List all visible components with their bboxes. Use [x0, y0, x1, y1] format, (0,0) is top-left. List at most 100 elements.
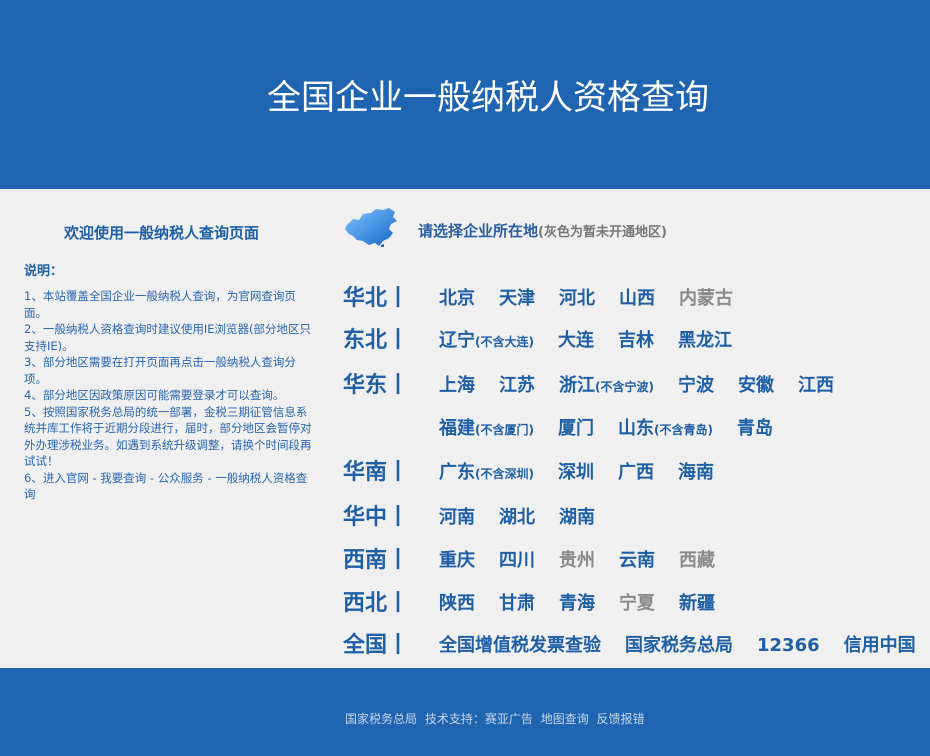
city-link[interactable]: 内蒙古: [679, 284, 733, 310]
city-link[interactable]: 福建(不含厦门): [439, 414, 534, 440]
city-links: 陕西 甘肃 青海 宁夏 新疆: [439, 589, 739, 615]
footer-link-feedback[interactable]: 反馈报错: [597, 712, 645, 726]
header-banner: 全国企业一般纳税人资格查询: [0, 0, 930, 189]
city-label: 浙江: [559, 375, 595, 396]
city-link[interactable]: 海南: [678, 458, 714, 484]
footer-link-support[interactable]: 技术支持：赛亚广告: [425, 712, 533, 726]
city-label: 全国增值税发票查验: [439, 635, 601, 656]
city-label: 大连: [557, 330, 594, 351]
city-label: 青海: [559, 593, 595, 614]
city-link[interactable]: 云南: [619, 546, 655, 572]
city-label: 甘肃: [499, 593, 535, 614]
city-link[interactable]: 国家税务总局: [625, 631, 733, 657]
city-link[interactable]: 天津: [499, 284, 535, 310]
city-label: 信用中国: [843, 635, 916, 656]
city-label: 西藏: [679, 550, 715, 571]
city-label: 国家税务总局: [625, 635, 733, 656]
city-link[interactable]: 甘肃: [499, 589, 535, 615]
city-label: 北京: [439, 288, 475, 309]
city-link[interactable]: 青岛: [737, 414, 773, 440]
city-note: (不含宁波): [595, 380, 654, 394]
city-link[interactable]: 西藏: [679, 546, 715, 572]
city-note: (不含大连): [475, 335, 534, 349]
note-item: 5、按照国家税务总局的统一部署，金税三期征管信息系统并库工作将于近期分段进行，届…: [24, 404, 312, 469]
city-link[interactable]: 江西: [798, 371, 834, 397]
city-label: 新疆: [679, 593, 715, 614]
note-item: 2、一般纳税人资格查询时建议使用IE浏览器(部分地区只支持IE)。: [24, 322, 311, 353]
city-label: 湖南: [559, 507, 595, 528]
city-link[interactable]: 吉林: [618, 326, 654, 352]
city-link[interactable]: 辽宁(不含大连): [439, 326, 534, 352]
city-link[interactable]: 宁波: [678, 371, 714, 397]
city-link[interactable]: 大连: [558, 326, 594, 352]
city-link[interactable]: 湖南: [559, 503, 595, 529]
city-label: 天津: [499, 288, 535, 309]
footer-link-tax-bureau[interactable]: 国家税务总局: [345, 712, 417, 726]
city-link[interactable]: 12366: [757, 635, 820, 656]
city-link[interactable]: 浙江(不含宁波): [559, 371, 654, 397]
city-label: 河北: [559, 288, 595, 309]
city-link[interactable]: 黑龙江: [678, 326, 732, 352]
city-label: 青岛: [736, 418, 773, 439]
city-label: 黑龙江: [677, 330, 732, 351]
note-item: 1、本站覆盖全国企业一般纳税人查询，为官网查询页面。: [24, 289, 296, 320]
city-label: 安徽: [737, 375, 774, 396]
city-label: 江西: [797, 375, 834, 396]
city-link[interactable]: 四川: [499, 546, 535, 572]
city-link[interactable]: 广东(不含深圳): [439, 458, 534, 484]
city-label: 江苏: [499, 375, 535, 396]
city-link[interactable]: 新疆: [679, 589, 715, 615]
city-link[interactable]: 山西: [619, 284, 655, 310]
city-links: 全国增值税发票查验 国家税务总局 12366 信用中国: [439, 631, 930, 657]
footer-link-map-query[interactable]: 地图查询: [541, 712, 589, 726]
page-title: 全国企业一般纳税人资格查询: [267, 78, 709, 118]
city-link[interactable]: 陕西: [439, 589, 475, 615]
city-label: 辽宁: [439, 330, 475, 351]
city-label: 山东: [617, 418, 654, 439]
city-link[interactable]: 广西: [618, 458, 654, 484]
city-link[interactable]: 重庆: [439, 546, 475, 572]
city-label: 上海: [439, 375, 475, 396]
footer-links: 国家税务总局 技术支持：赛亚广告 地图查询 反馈报错: [345, 710, 649, 727]
city-link[interactable]: 全国增值税发票查验: [439, 631, 601, 657]
city-link[interactable]: 湖北: [499, 503, 535, 529]
city-link[interactable]: 北京: [439, 284, 475, 310]
choose-note-text: (灰色为暂未开通地区): [538, 225, 667, 240]
city-links: 广东(不含深圳) 深圳 广西 海南: [439, 458, 738, 484]
china-map-icon: [345, 208, 397, 247]
city-link[interactable]: 深圳: [558, 458, 594, 484]
city-links: 重庆 四川 贵州 云南 西藏: [439, 546, 739, 572]
city-label: 广东: [439, 462, 475, 483]
city-label: 云南: [619, 550, 655, 571]
note-item: 4、部分地区因政策原因可能需要登录才可以查询。: [24, 388, 285, 402]
city-links: 福建(不含厦门) 厦门 山东(不含青岛) 青岛: [439, 414, 797, 440]
region-name: 东北丨: [343, 328, 410, 353]
city-link[interactable]: 江苏: [499, 371, 535, 397]
city-label: 吉林: [617, 330, 654, 351]
city-link[interactable]: 河南: [439, 503, 475, 529]
region-name: 华南丨: [343, 460, 410, 485]
notes-title: 说明：: [24, 264, 64, 279]
city-link[interactable]: 贵州: [559, 546, 595, 572]
city-label: 12366: [757, 635, 820, 656]
note-item: 3、部分地区需要在打开页面再点击一般纳税人查询分项。: [24, 355, 296, 386]
city-links: 河南 湖北 湖南: [439, 503, 619, 529]
notes-list: 1、本站覆盖全国企业一般纳税人查询，为官网查询页面。 2、一般纳税人资格查询时建…: [24, 288, 314, 503]
city-link[interactable]: 信用中国: [844, 631, 916, 657]
city-link[interactable]: 上海: [439, 371, 475, 397]
region-name: 西北丨: [343, 591, 410, 616]
footer: 国家税务总局 技术支持：赛亚广告 地图查询 反馈报错: [0, 668, 930, 756]
city-links: 上海 江苏 浙江(不含宁波) 宁波 安徽 江西: [439, 371, 858, 397]
city-link[interactable]: 厦门: [558, 414, 594, 440]
city-link[interactable]: 宁夏: [619, 589, 655, 615]
city-label: 重庆: [439, 550, 475, 571]
city-label: 厦门: [557, 418, 594, 439]
city-link[interactable]: 青海: [559, 589, 595, 615]
city-label: 福建: [439, 418, 475, 439]
note-item: 6、进入官网 - 我要查询 - 公众服务 - 一般纳税人资格查询: [24, 470, 308, 502]
city-label: 贵州: [559, 550, 595, 571]
city-link[interactable]: 安徽: [738, 371, 774, 397]
city-label: 广西: [617, 462, 654, 483]
city-link[interactable]: 河北: [559, 284, 595, 310]
city-link[interactable]: 山东(不含青岛): [618, 414, 713, 440]
